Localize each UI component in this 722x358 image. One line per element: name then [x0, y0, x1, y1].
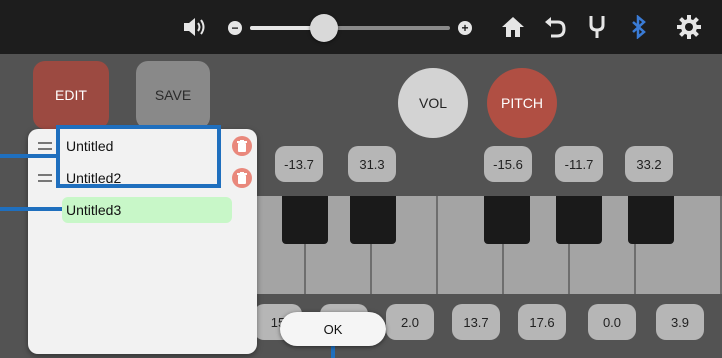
tuning-fork-icon[interactable] — [584, 14, 610, 40]
bluetooth-icon[interactable] — [626, 14, 652, 40]
pitch-chip[interactable]: 13.7 — [452, 304, 500, 340]
home-icon[interactable] — [500, 14, 526, 40]
volume-slider[interactable]: − + — [228, 14, 472, 42]
app-window: − + EDIT SAVE VOL PITCH -13.7 31.3 -15.6… — [0, 0, 722, 358]
pitch-chip[interactable]: 33.2 — [625, 146, 673, 182]
volume-slider-track[interactable] — [250, 14, 450, 42]
trash-icon[interactable] — [232, 168, 252, 188]
pitch-chip[interactable]: 3.9 — [656, 304, 704, 340]
drag-handle-icon[interactable] — [38, 174, 52, 182]
volume-minus-icon[interactable]: − — [228, 21, 242, 35]
gear-icon[interactable] — [676, 14, 702, 40]
annotation-highlight-box — [56, 125, 221, 188]
pitch-chip[interactable]: 31.3 — [348, 146, 396, 182]
pitch-chip[interactable]: 17.6 — [518, 304, 566, 340]
annotation-line — [331, 346, 335, 358]
black-key[interactable] — [484, 196, 530, 244]
list-item-label: Untitled3 — [66, 202, 122, 218]
black-key[interactable] — [350, 196, 396, 244]
volume-plus-icon[interactable]: + — [458, 21, 472, 35]
edit-button[interactable]: EDIT — [33, 61, 109, 129]
pitch-chip[interactable]: -15.6 — [484, 146, 532, 182]
pitch-chip[interactable]: -13.7 — [275, 146, 323, 182]
drag-handle-icon[interactable] — [38, 142, 52, 150]
pitch-chip[interactable]: 2.0 — [386, 304, 434, 340]
pitch-chip[interactable]: -11.7 — [555, 146, 603, 182]
list-item-selected[interactable]: Untitled3 — [62, 197, 232, 223]
speaker-icon[interactable] — [182, 14, 208, 40]
annotation-line — [0, 207, 62, 211]
pitch-button[interactable]: PITCH — [487, 68, 557, 138]
black-key[interactable] — [556, 196, 602, 244]
vol-button[interactable]: VOL — [398, 68, 468, 138]
black-key[interactable] — [282, 196, 328, 244]
trash-icon[interactable] — [232, 136, 252, 156]
undo-icon[interactable] — [542, 14, 568, 40]
save-button[interactable]: SAVE — [136, 61, 210, 129]
top-toolbar: − + — [0, 0, 722, 54]
annotation-line — [0, 154, 56, 158]
black-key[interactable] — [628, 196, 674, 244]
volume-slider-thumb[interactable] — [310, 14, 338, 42]
pitch-chip[interactable]: 0.0 — [588, 304, 636, 340]
ok-button[interactable]: OK — [280, 312, 386, 346]
